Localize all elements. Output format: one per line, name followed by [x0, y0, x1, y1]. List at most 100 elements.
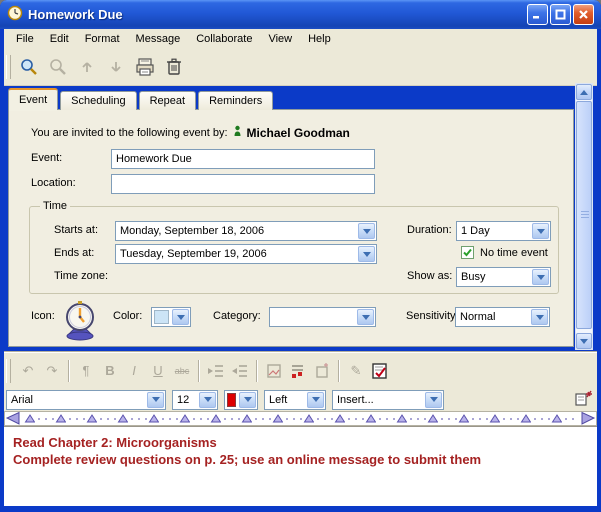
font-size-select[interactable]: 12	[172, 390, 218, 410]
signature-pencil-icon: ✎	[344, 360, 368, 382]
menu-edit[interactable]: Edit	[42, 30, 77, 48]
color-select[interactable]	[151, 307, 191, 327]
insert-select[interactable]: Insert...	[332, 390, 444, 410]
spell-check-icon[interactable]	[368, 360, 392, 382]
location-label: Location:	[31, 177, 76, 189]
invite-text: You are invited to the following event b…	[31, 127, 228, 139]
scroll-down-icon[interactable]	[576, 333, 592, 349]
tab-scheduling[interactable]: Scheduling	[60, 91, 136, 110]
menu-file[interactable]: File	[8, 30, 42, 48]
chevron-down-icon[interactable]	[172, 309, 189, 325]
show-as-label: Show as:	[407, 270, 452, 282]
menu-format[interactable]: Format	[77, 30, 128, 48]
ends-at-select[interactable]: Tuesday, September 19, 2006	[115, 244, 377, 264]
redo-icon: ↷	[40, 360, 64, 382]
person-icon	[233, 125, 242, 140]
chevron-down-icon[interactable]	[532, 269, 549, 285]
maximize-button[interactable]	[550, 4, 571, 25]
ruler[interactable]	[4, 411, 597, 426]
chevron-down-icon[interactable]	[531, 309, 548, 325]
menu-message[interactable]: Message	[128, 30, 189, 48]
toolbar-separator	[256, 360, 258, 382]
body-line-1: Read Chapter 2: Microorganisms	[13, 434, 588, 451]
undo-icon: ↶	[16, 360, 40, 382]
time-zone-label: Time zone:	[54, 270, 108, 282]
sensitivity-label: Sensitivity:	[406, 310, 459, 322]
underline-icon: U	[146, 360, 170, 382]
menu-view[interactable]: View	[260, 30, 300, 48]
event-clock-icon	[61, 300, 99, 345]
body-line-2: Complete review questions on p. 25; use …	[13, 451, 588, 468]
chevron-down-icon[interactable]	[239, 392, 256, 408]
toolbar-separator	[338, 360, 340, 382]
event-tab-panel: You are invited to the following event b…	[8, 109, 574, 347]
titlebar: Homework Due	[0, 0, 601, 29]
chevron-down-icon[interactable]	[532, 223, 549, 239]
color-label: Color:	[113, 310, 142, 322]
app-clock-icon	[7, 5, 23, 24]
alignment-select[interactable]: Left	[264, 390, 326, 410]
starts-at-select[interactable]: Monday, September 18, 2006	[115, 221, 377, 241]
time-group-legend: Time	[40, 200, 70, 212]
toolbar-separator	[198, 360, 200, 382]
toolbar-grip[interactable]	[6, 359, 11, 383]
tab-repeat[interactable]: Repeat	[139, 91, 196, 110]
delete-trash-icon[interactable]	[161, 54, 187, 80]
insert-object-icon	[310, 360, 334, 382]
insert-field-icon[interactable]	[286, 360, 310, 382]
tab-event[interactable]: Event	[8, 88, 58, 110]
search-again-icon	[45, 54, 71, 80]
font-color-select[interactable]	[224, 390, 258, 410]
minimize-button[interactable]	[527, 4, 548, 25]
ends-at-label: Ends at:	[54, 247, 94, 259]
category-select[interactable]	[269, 307, 376, 327]
duration-label: Duration:	[407, 224, 452, 236]
chevron-down-icon[interactable]	[358, 223, 375, 239]
window-title: Homework Due	[28, 7, 123, 22]
chevron-down-icon[interactable]	[358, 246, 375, 262]
scrollbar-thumb[interactable]	[576, 101, 592, 329]
event-input[interactable]: Homework Due	[111, 149, 375, 169]
chevron-down-icon[interactable]	[307, 392, 324, 408]
indent-icon	[228, 360, 252, 382]
italic-icon: I	[122, 360, 146, 382]
invite-row: You are invited to the following event b…	[31, 125, 350, 140]
main-toolbar	[4, 49, 597, 86]
chevron-down-icon[interactable]	[357, 309, 374, 325]
message-body[interactable]: Read Chapter 2: Microorganisms Complete …	[4, 426, 597, 506]
organizer-name: Michael Goodman	[247, 126, 350, 140]
chevron-down-icon[interactable]	[147, 392, 164, 408]
duration-select[interactable]: 1 Day	[456, 221, 551, 241]
menu-collaborate[interactable]: Collaborate	[188, 30, 260, 48]
location-input[interactable]	[111, 174, 375, 194]
sensitivity-select[interactable]: Normal	[455, 307, 550, 327]
no-time-event-checkbox[interactable]	[461, 246, 474, 259]
vertical-scrollbar[interactable]	[575, 83, 593, 350]
event-window: Homework Due File Edit Format Message Co…	[0, 0, 601, 512]
toolbar-grip[interactable]	[6, 55, 11, 79]
next-arrow-icon	[103, 54, 129, 80]
tab-strip: Event Scheduling Repeat Reminders	[8, 88, 275, 110]
toolbar-separator	[68, 360, 70, 382]
menu-help[interactable]: Help	[300, 30, 339, 48]
tab-reminders[interactable]: Reminders	[198, 91, 273, 110]
search-icon[interactable]	[16, 54, 42, 80]
chevron-down-icon[interactable]	[425, 392, 442, 408]
format-toolbar: ↶ ↷ ¶ B I U abc ✎	[4, 352, 597, 388]
event-label: Event:	[31, 152, 62, 164]
bold-icon: B	[98, 360, 122, 382]
insert-special-icon[interactable]	[575, 390, 593, 409]
icon-label: Icon:	[31, 310, 55, 322]
color-swatch	[154, 310, 169, 324]
scroll-up-icon[interactable]	[576, 84, 592, 100]
time-group: Time Starts at: Monday, September 18, 20…	[29, 206, 559, 294]
print-icon[interactable]	[132, 54, 158, 80]
starts-at-label: Starts at:	[54, 224, 98, 236]
previous-arrow-icon	[74, 54, 100, 80]
close-button[interactable]	[573, 4, 594, 25]
no-time-event-label[interactable]: No time event	[480, 247, 548, 259]
show-as-select[interactable]: Busy	[456, 267, 551, 287]
chevron-down-icon[interactable]	[199, 392, 216, 408]
font-color-swatch	[227, 393, 236, 407]
font-family-select[interactable]: Arial	[6, 390, 166, 410]
